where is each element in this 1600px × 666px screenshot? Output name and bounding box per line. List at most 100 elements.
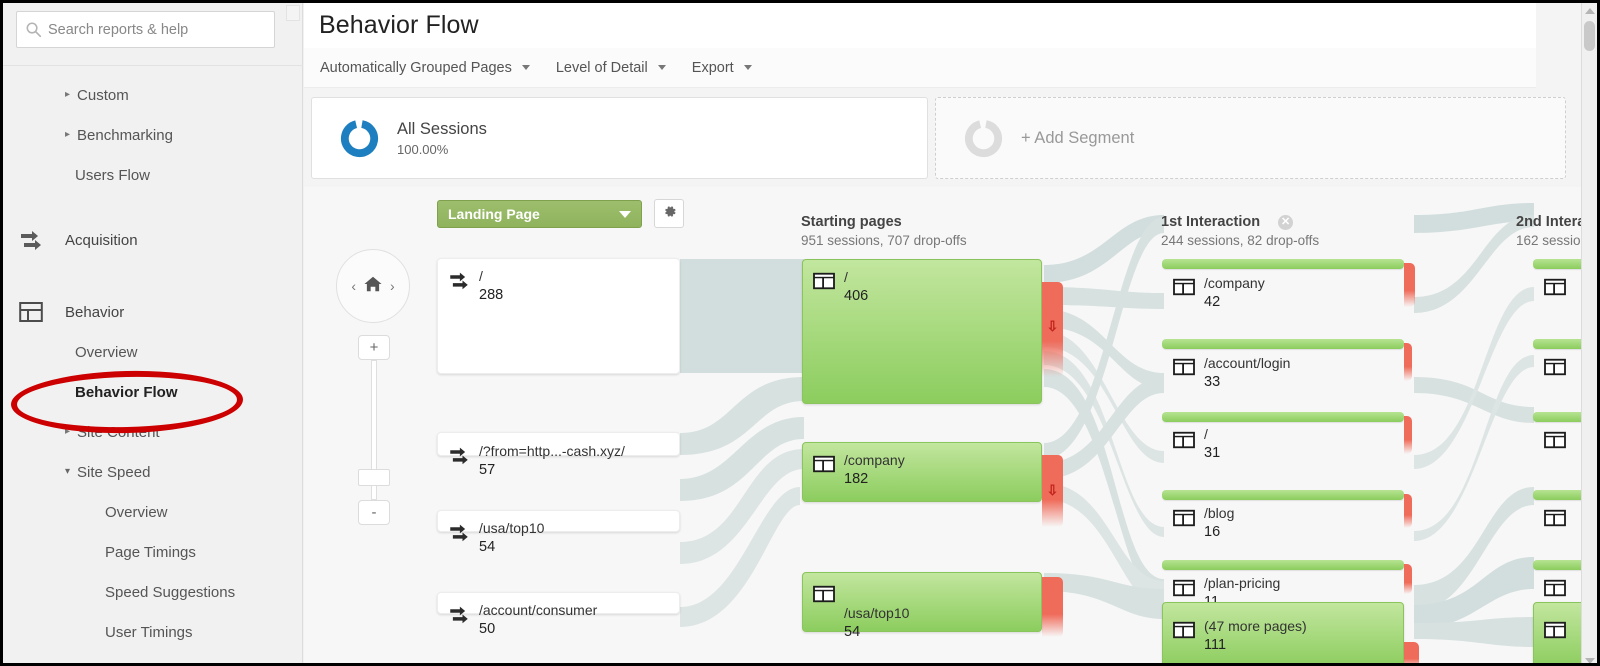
- column-title: Starting pages: [801, 214, 902, 230]
- landing-node-account-consumer[interactable]: /account/consumer 50: [437, 592, 680, 637]
- scroll-up-button[interactable]: [1582, 3, 1597, 19]
- sidebar-item-label: Behavior Flow: [75, 383, 178, 401]
- chevron-down-icon: [619, 210, 631, 218]
- sidebar-item-behavior-overview[interactable]: Overview: [3, 332, 303, 372]
- dropoff-bar-starting-root[interactable]: ⇩: [1042, 282, 1063, 377]
- scrollbar-thumb[interactable]: [1584, 21, 1595, 51]
- chevron-right-icon[interactable]: ›: [390, 278, 395, 294]
- node-green-bar: [1162, 560, 1404, 570]
- sidebar-item-site-content[interactable]: ▸ Site Content: [3, 412, 303, 452]
- sidebar-divider: [3, 65, 303, 66]
- dimension-select[interactable]: Landing Page: [437, 200, 642, 228]
- segment-all-sessions[interactable]: All Sessions 100.00%: [311, 97, 928, 179]
- node-label: / 288: [479, 268, 503, 304]
- interaction1-node-blog[interactable]: /blog 16: [1162, 490, 1404, 552]
- interaction1-node-root[interactable]: / 31: [1162, 412, 1404, 474]
- flow-settings-button[interactable]: [654, 199, 684, 228]
- zoom-out-button[interactable]: -: [358, 500, 390, 525]
- node-value: 31: [1204, 444, 1221, 461]
- sidebar-item-behavior-flow[interactable]: Behavior Flow: [3, 372, 303, 412]
- close-icon[interactable]: ✕: [1278, 215, 1294, 230]
- scroll-down-button[interactable]: [1582, 653, 1597, 663]
- chevron-down-icon: [657, 64, 666, 70]
- zoom-handle[interactable]: [358, 469, 390, 486]
- left-sidebar: ▸ Custom ▸ Benchmarking Users Flow: [3, 3, 303, 663]
- node-background: [437, 510, 680, 532]
- node-background: [1162, 490, 1404, 552]
- search-box[interactable]: [16, 11, 275, 48]
- page-icon: [1172, 508, 1198, 530]
- sidebar-item-custom[interactable]: ▸ Custom: [3, 75, 303, 115]
- flow-arrow-icon: [447, 270, 473, 292]
- flow-arrow-icon: [447, 604, 473, 626]
- sidebar-item-user-timings[interactable]: User Timings: [3, 612, 303, 652]
- sidebar-item-speed-suggestions[interactable]: Speed Suggestions: [3, 572, 303, 612]
- landing-node-root[interactable]: / 288: [437, 258, 680, 374]
- add-segment-button[interactable]: + Add Segment: [935, 97, 1566, 179]
- interaction1-node-more-pages[interactable]: (47 more pages) 111: [1162, 602, 1404, 663]
- dropoff-bar-i1-login: [1404, 343, 1412, 381]
- sidebar-item-benchmarking[interactable]: ▸ Benchmarking: [3, 115, 303, 155]
- home-icon[interactable]: [363, 275, 383, 298]
- starting-node-company[interactable]: /company 182: [802, 442, 1042, 502]
- sidebar-item-page-timings[interactable]: Page Timings: [3, 532, 303, 572]
- dropoff-bar-i1-plan-pricing: [1404, 564, 1412, 594]
- column-header-starting-pages: Starting pages 951 sessions, 707 drop-of…: [801, 214, 967, 248]
- node-label: /?from=http...-cash.xyz/ 57: [479, 443, 625, 479]
- page-icon: [1543, 357, 1569, 379]
- page-title: Behavior Flow: [319, 11, 479, 39]
- sidebar-item-label: User Timings: [105, 623, 193, 641]
- sidebar-item-label: Site Content: [77, 423, 160, 441]
- dropoff-bar-i1-root: [1404, 416, 1412, 454]
- search-input[interactable]: [48, 21, 266, 38]
- dropoff-arrow-icon: ⇩: [1046, 482, 1059, 499]
- node-green-bar: [1162, 412, 1404, 422]
- zoom-slider[interactable]: + -: [358, 335, 390, 525]
- dimension-select-label: Landing Page: [448, 206, 540, 222]
- page-icon: [1172, 277, 1198, 299]
- export-dropdown[interactable]: Export: [692, 60, 752, 76]
- interaction1-node-account-login[interactable]: /account/login 33: [1162, 339, 1404, 401]
- zoom-in-button[interactable]: +: [358, 335, 390, 360]
- flow-home-navigator[interactable]: ‹ ›: [336, 249, 410, 323]
- node-label-text: /account/login: [1204, 355, 1291, 371]
- dropoff-bar-starting-company[interactable]: ⇩: [1042, 455, 1063, 527]
- chevron-left-icon[interactable]: ‹: [351, 278, 356, 294]
- node-label-text: /?from=http...-cash.xyz/: [479, 443, 625, 459]
- column-title-text: 1st Interaction: [1161, 214, 1261, 230]
- app-window: ▸ Custom ▸ Benchmarking Users Flow: [0, 0, 1600, 666]
- node-label: /company 182: [844, 452, 905, 488]
- starting-node-root[interactable]: / 406: [802, 259, 1042, 404]
- flow-arrow-icon: [447, 445, 473, 467]
- page-icon: [812, 271, 838, 293]
- sidebar-item-label: Benchmarking: [77, 126, 173, 144]
- node-value: 54: [479, 538, 496, 555]
- sidebar-item-behavior[interactable]: Behavior: [3, 292, 303, 332]
- behavior-flow-canvas[interactable]: .rb { fill:#d2dedd; } .rb2 { fill:#d7e1e…: [304, 187, 1597, 663]
- grouping-dropdown[interactable]: Automatically Grouped Pages: [320, 60, 530, 76]
- sidebar-item-site-speed[interactable]: ▾ Site Speed: [3, 452, 303, 492]
- interaction1-node-company[interactable]: /company 42: [1162, 259, 1404, 321]
- gear-icon: [661, 203, 678, 225]
- node-label-text: /blog: [1204, 505, 1235, 521]
- level-of-detail-dropdown[interactable]: Level of Detail: [556, 60, 666, 76]
- node-value: 406: [844, 287, 869, 304]
- dropoff-bar-i1-company: [1404, 263, 1415, 307]
- page-icon: [1172, 430, 1198, 452]
- sidebar-nav: ▸ Custom ▸ Benchmarking Users Flow Acqui…: [3, 75, 303, 652]
- chevron-down-icon: [743, 64, 752, 70]
- sidebar-item-acquisition[interactable]: Acquisition: [3, 220, 303, 260]
- page-scrollbar[interactable]: [1581, 3, 1597, 663]
- starting-node-usa-top10[interactable]: /usa/top10 54: [802, 572, 1042, 640]
- dropoff-bar-i1-more-pages: [1404, 642, 1419, 663]
- sidebar-scroll-corner: [286, 5, 300, 21]
- node-value: 33: [1204, 373, 1221, 390]
- dropoff-bar-i1-blog: [1404, 494, 1412, 528]
- landing-node-from-cash[interactable]: /?from=http...-cash.xyz/ 57: [437, 432, 680, 478]
- sidebar-item-users-flow[interactable]: Users Flow: [3, 155, 303, 195]
- landing-node-usa-top10[interactable]: /usa/top10 54: [437, 510, 680, 555]
- sidebar-item-site-speed-overview[interactable]: Overview: [3, 492, 303, 532]
- page-icon: [1172, 578, 1198, 600]
- column-header-1st-interaction: 1st Interaction ✕ 244 sessions, 82 drop-…: [1161, 214, 1319, 248]
- behavior-icon: [17, 299, 45, 325]
